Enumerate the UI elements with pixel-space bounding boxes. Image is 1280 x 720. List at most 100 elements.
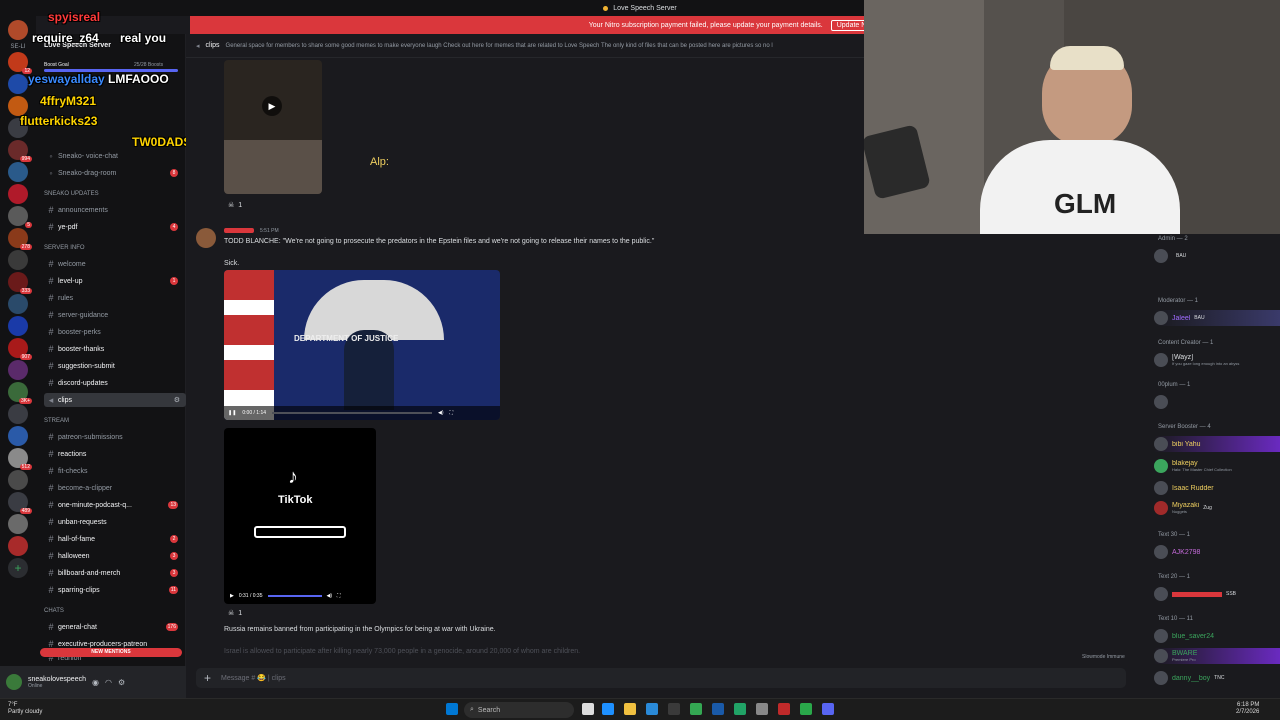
channel-item[interactable]: # server-guidance	[44, 308, 186, 322]
server-icon[interactable]	[8, 360, 28, 380]
video-attachment[interactable]: ♪ TikTok ▶ 0:31 / 0:35 ◀) ⛶	[224, 428, 376, 604]
server-icon[interactable]	[8, 426, 28, 446]
channel-item[interactable]: # hall-of-fame 2	[44, 532, 186, 546]
chrome-icon[interactable]	[690, 703, 702, 715]
server-icon[interactable]	[8, 294, 28, 314]
reaction[interactable]: ☠ 1	[228, 609, 242, 618]
server-icon[interactable]	[8, 536, 28, 556]
channel-item[interactable]: # sparring-clips 11	[44, 583, 186, 597]
server-icon[interactable]: 907	[8, 338, 32, 360]
start-icon[interactable]	[446, 703, 458, 715]
avatar[interactable]	[6, 674, 22, 690]
channel-item[interactable]: # discord-updates	[44, 376, 186, 390]
taskbar-search[interactable]: ⌕ Search	[464, 702, 574, 718]
add-server-icon[interactable]: +	[8, 558, 28, 578]
voice-channel[interactable]: ◦ Sneako-drag-room 8	[44, 166, 186, 180]
member-item[interactable]: bibi Yahu	[1154, 436, 1280, 452]
reaction[interactable]: ☠ 1	[228, 201, 242, 210]
server-icon[interactable]	[8, 514, 28, 534]
server-icon[interactable]: 333	[8, 272, 32, 294]
browser-icon[interactable]	[646, 703, 658, 715]
channel-item[interactable]: # billboard-and-merch 3	[44, 566, 186, 580]
category-label[interactable]: SNEAKO UPDATES	[44, 191, 99, 197]
channel-item-selected[interactable]: ◂ clips ⚙	[44, 393, 186, 407]
server-icon[interactable]	[8, 20, 28, 40]
channel-item[interactable]: # patreon-submissions	[44, 430, 186, 444]
app-icon[interactable]	[800, 703, 812, 715]
server-icon[interactable]: 3K+	[8, 382, 32, 404]
channel-item[interactable]: # rules	[44, 291, 186, 305]
channel-item[interactable]: # reactions	[44, 447, 186, 461]
video-progress[interactable]	[267, 595, 322, 597]
member-item[interactable]: blakejay Halo: The Master Chief Collectio…	[1154, 458, 1280, 474]
server-icon[interactable]: 489	[8, 492, 32, 514]
play-icon[interactable]: ▶	[262, 96, 282, 116]
video-attachment[interactable]: ▶	[224, 60, 322, 194]
channel-item[interactable]: # booster-perks	[44, 325, 186, 339]
add-attachment-icon[interactable]: +	[204, 671, 211, 685]
app-icon[interactable]	[756, 703, 768, 715]
member-item[interactable]: Jaleel BAU	[1154, 310, 1280, 326]
channel-item[interactable]: # suggestion-submit	[44, 359, 186, 373]
channel-item[interactable]: # halloween 3	[44, 549, 186, 563]
server-icon[interactable]	[8, 470, 28, 490]
fullscreen-icon[interactable]: ⛶	[337, 593, 341, 599]
channel-item[interactable]: # unban-requests	[44, 515, 186, 529]
channel-item[interactable]: # general-chat 176	[44, 620, 186, 634]
volume-icon[interactable]: ◀)	[438, 410, 444, 416]
server-icon[interactable]	[8, 316, 28, 336]
volume-icon[interactable]: ◀)	[327, 593, 333, 599]
member-item[interactable]: Isaac Rudder	[1154, 480, 1280, 496]
server-icon[interactable]	[8, 184, 28, 204]
task-view-icon[interactable]	[582, 703, 594, 715]
video-progress[interactable]	[272, 412, 433, 414]
gear-icon[interactable]: ⚙	[118, 678, 125, 687]
fullscreen-icon[interactable]: ⛶	[450, 410, 454, 416]
channel-item[interactable]: # level-up 1	[44, 274, 186, 288]
pause-icon[interactable]: ❚❚	[228, 410, 236, 416]
server-icon[interactable]: 512	[8, 448, 32, 470]
channel-item[interactable]: # announcements	[44, 203, 186, 217]
edge-icon[interactable]	[602, 703, 614, 715]
new-mentions-pill[interactable]: NEW MENTIONS	[40, 648, 182, 657]
server-icon[interactable]	[8, 74, 28, 94]
channel-item[interactable]: # booster-thanks	[44, 342, 186, 356]
member-item[interactable]: danny__boy TNC	[1154, 670, 1280, 686]
video-attachment[interactable]: DEPARTMENT OF JUSTICE ❚❚ 0:00 / 1:14 ◀) …	[224, 270, 500, 420]
category-label[interactable]: CHATS	[44, 608, 64, 614]
weather-widget[interactable]: 7°F Partly cloudy	[8, 702, 42, 716]
channel-item[interactable]: # ye-pdf 4	[44, 220, 186, 234]
category-label[interactable]: STREAM	[44, 418, 69, 424]
voice-channel[interactable]: ◦ Sneako- voice-chat	[44, 149, 186, 163]
play-icon[interactable]: ▶	[230, 593, 234, 599]
settings-icon[interactable]: ⚙	[174, 396, 180, 404]
category-label[interactable]: SERVER INFO	[44, 245, 85, 251]
avatar[interactable]	[196, 228, 216, 248]
message-composer[interactable]: + Message # 😂 | clips	[196, 668, 1126, 688]
member-item[interactable]: [Wayz] If you gaze long enough into an ab…	[1154, 352, 1280, 368]
app-icon[interactable]	[778, 703, 790, 715]
server-icon[interactable]: 12	[8, 52, 32, 74]
channel-item[interactable]: # fit-checks	[44, 464, 186, 478]
channel-item[interactable]: # welcome	[44, 257, 186, 271]
server-icon[interactable]	[8, 250, 28, 270]
file-explorer-icon[interactable]	[624, 703, 636, 715]
member-item[interactable]: AJK2798	[1154, 544, 1280, 560]
server-icon[interactable]	[8, 96, 28, 116]
server-icon[interactable]: 278	[8, 228, 32, 250]
channel-item[interactable]: # one-minute-podcast-q... 13	[44, 498, 186, 512]
member-item[interactable]: BAU	[1154, 248, 1280, 264]
member-item[interactable]	[1154, 394, 1280, 410]
member-item[interactable]: blue_saver24	[1154, 628, 1280, 644]
server-icon[interactable]	[8, 162, 28, 182]
message-input[interactable]: Message # 😂 | clips	[221, 674, 286, 682]
excel-icon[interactable]	[734, 703, 746, 715]
discord-icon[interactable]	[822, 703, 834, 715]
server-icon[interactable]: 5	[8, 206, 32, 228]
member-item[interactable]: Miyazaki Nuggets Zug	[1154, 500, 1280, 516]
server-icon[interactable]	[8, 404, 28, 424]
app-icon[interactable]	[712, 703, 724, 715]
channel-item[interactable]: # become-a-clipper	[44, 481, 186, 495]
server-icon[interactable]: 994	[8, 140, 32, 162]
member-item[interactable]: SSB	[1154, 586, 1280, 602]
